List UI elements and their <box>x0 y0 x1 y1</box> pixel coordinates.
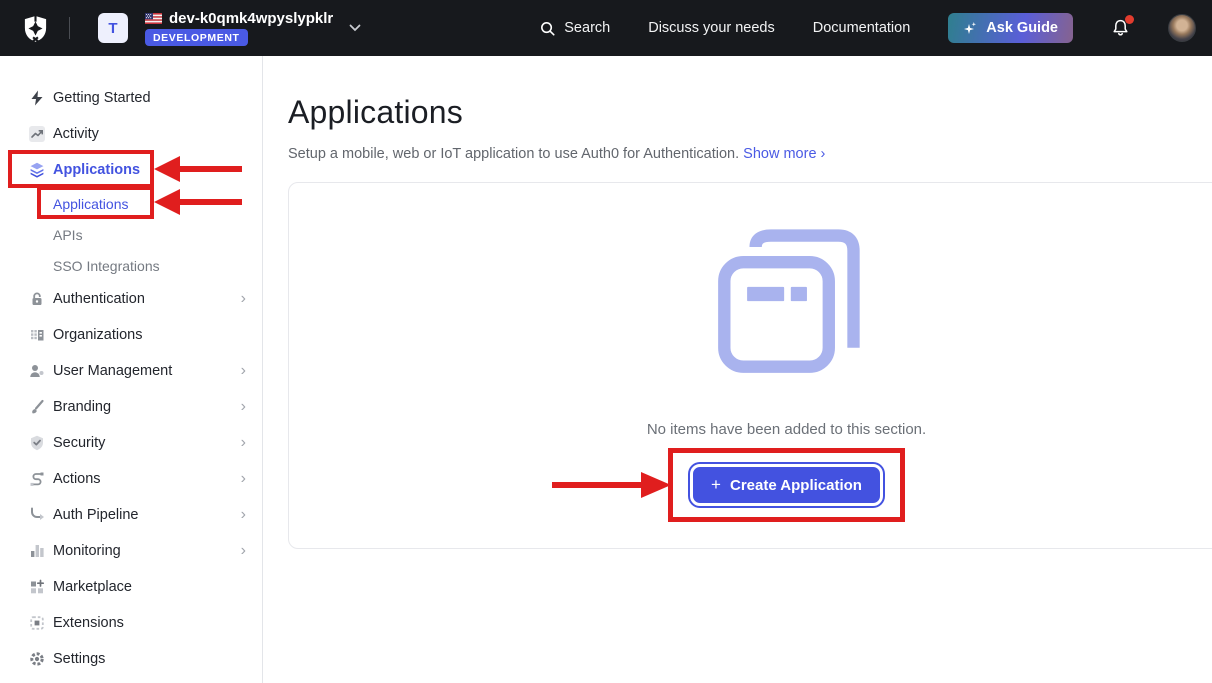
tenant-name: dev-k0qmk4wpyslypklr <box>169 10 333 27</box>
organizations-icon <box>28 326 46 344</box>
sidebar-item-label: Auth Pipeline <box>53 507 138 523</box>
documentation-link[interactable]: Documentation <box>813 20 911 36</box>
sidebar-item-security[interactable]: Security › <box>0 425 262 461</box>
sidebar-item-organizations[interactable]: Organizations <box>0 317 262 353</box>
sidebar-item-label: Security <box>53 435 105 451</box>
page-title: Applications <box>288 94 1212 131</box>
main-content: Applications Setup a mobile, web or IoT … <box>263 56 1212 683</box>
sidebar-item-settings[interactable]: Settings <box>0 641 262 677</box>
sidebar-item-label: Extensions <box>53 615 124 631</box>
sidebar-item-label: Branding <box>53 399 111 415</box>
sidebar-item-auth-pipeline[interactable]: Auth Pipeline › <box>0 497 262 533</box>
chevron-right-icon: › <box>241 435 246 451</box>
sidebar-item-user-management[interactable]: User Management › <box>0 353 262 389</box>
layers-icon <box>28 161 46 179</box>
discuss-your-needs-link[interactable]: Discuss your needs <box>648 20 775 36</box>
user-icon <box>28 362 46 380</box>
sidebar: Getting Started Activity Applications Ap… <box>0 56 263 683</box>
us-flag-icon <box>145 13 162 24</box>
flow-icon <box>28 470 46 488</box>
search-label: Search <box>564 20 610 36</box>
chevron-down-icon[interactable] <box>349 24 361 32</box>
marketplace-icon <box>28 578 46 596</box>
auth0-logo-icon[interactable] <box>22 14 49 43</box>
sidebar-subitem-sso-integrations[interactable]: SSO Integrations <box>0 250 262 281</box>
applications-empty-card: No items have been added to this section… <box>288 182 1212 549</box>
ask-guide-button[interactable]: Ask Guide <box>948 13 1073 43</box>
show-more-link[interactable]: Show more <box>743 146 816 162</box>
tenant-avatar[interactable]: T <box>98 13 128 43</box>
sidebar-item-activity[interactable]: Activity <box>0 116 262 152</box>
page-subtitle: Setup a mobile, web or IoT application t… <box>288 146 1212 162</box>
sidebar-item-label: Marketplace <box>53 579 132 595</box>
sidebar-item-label: Organizations <box>53 327 142 343</box>
search-button[interactable]: Search <box>539 20 610 37</box>
create-application-button[interactable]: + Create Application <box>690 464 883 506</box>
paintbrush-icon <box>28 398 46 416</box>
lock-icon <box>28 290 46 308</box>
bolt-icon <box>28 89 46 107</box>
create-application-label: Create Application <box>730 477 862 494</box>
sparkle-icon <box>963 21 978 36</box>
sidebar-subitem-label: SSO Integrations <box>53 258 160 274</box>
annotation-box-create-application: + Create Application <box>668 448 905 522</box>
notifications-button[interactable] <box>1111 18 1130 38</box>
chevron-right-icon: › <box>241 363 246 379</box>
sidebar-item-branding[interactable]: Branding › <box>0 389 262 425</box>
annotation-arrow-create-application <box>552 472 671 498</box>
empty-state-message: No items have been added to this section… <box>647 421 926 438</box>
plus-icon: + <box>711 475 721 495</box>
tenant-switcher[interactable]: dev-k0qmk4wpyslypklr DEVELOPMENT <box>145 10 333 46</box>
subtitle-text: Setup a mobile, web or IoT application t… <box>288 146 739 162</box>
sidebar-subitem-label: Applications <box>53 196 129 212</box>
sidebar-item-getting-started[interactable]: Getting Started <box>0 80 262 116</box>
pipeline-icon <box>28 506 46 524</box>
activity-icon <box>28 125 46 143</box>
sidebar-item-applications[interactable]: Applications <box>0 152 262 188</box>
chevron-right-icon: › <box>241 399 246 415</box>
sidebar-subitem-apis[interactable]: APIs <box>0 219 262 250</box>
gear-icon <box>28 650 46 668</box>
topbar-divider <box>69 17 70 39</box>
bar-chart-icon <box>28 542 46 560</box>
sidebar-item-actions[interactable]: Actions › <box>0 461 262 497</box>
applications-empty-icon <box>711 228 863 385</box>
sidebar-item-label: Activity <box>53 126 99 142</box>
extensions-icon <box>28 614 46 632</box>
sidebar-item-label: Getting Started <box>53 90 151 106</box>
sidebar-item-monitoring[interactable]: Monitoring › <box>0 533 262 569</box>
chevron-right-icon: › <box>821 146 826 162</box>
chevron-right-icon: › <box>241 291 246 307</box>
sidebar-subitem-label: APIs <box>53 227 83 243</box>
sidebar-item-label: Settings <box>53 651 105 667</box>
sidebar-item-label: Authentication <box>53 291 145 307</box>
sidebar-item-label: Actions <box>53 471 101 487</box>
ask-guide-label: Ask Guide <box>986 20 1058 36</box>
topbar-nav: Search Discuss your needs Documentation … <box>501 13 1196 43</box>
chevron-right-icon: › <box>241 543 246 559</box>
sidebar-item-label: Applications <box>53 162 140 178</box>
shield-check-icon <box>28 434 46 452</box>
environment-badge: DEVELOPMENT <box>145 29 248 46</box>
sidebar-item-extensions[interactable]: Extensions <box>0 605 262 641</box>
user-avatar[interactable] <box>1168 14 1196 42</box>
sidebar-item-authentication[interactable]: Authentication › <box>0 281 262 317</box>
notification-dot <box>1125 15 1134 24</box>
search-icon <box>539 20 556 37</box>
sidebar-item-label: Monitoring <box>53 543 121 559</box>
chevron-right-icon: › <box>241 471 246 487</box>
chevron-right-icon: › <box>241 507 246 523</box>
sidebar-item-marketplace[interactable]: Marketplace <box>0 569 262 605</box>
sidebar-subitem-applications[interactable]: Applications <box>0 188 262 219</box>
sidebar-item-label: User Management <box>53 363 172 379</box>
topbar: T dev-k0qmk4wpyslypklr DEVELOPMENT Searc… <box>0 0 1212 56</box>
